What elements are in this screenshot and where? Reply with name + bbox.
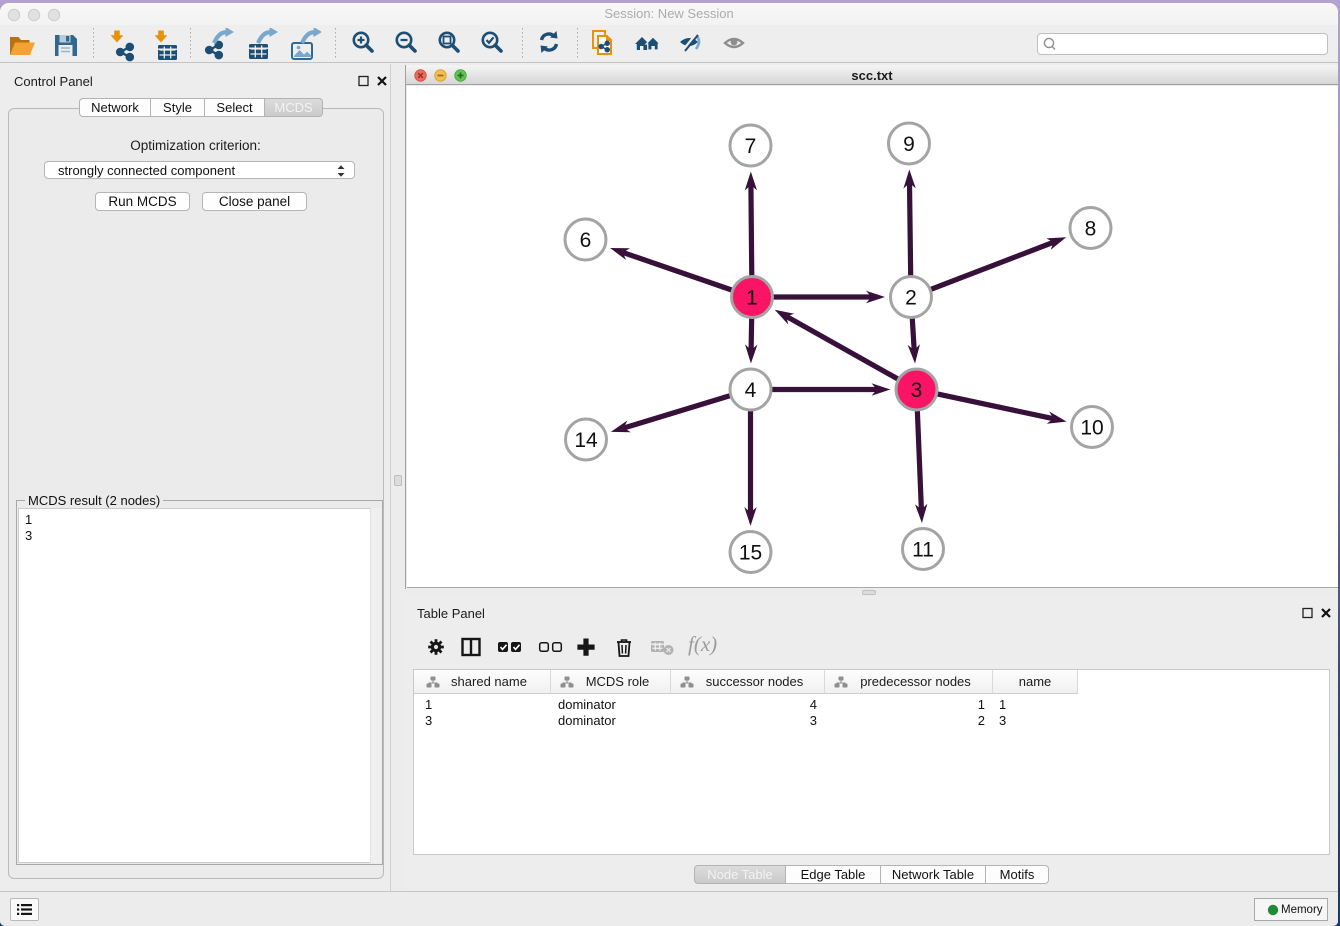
svg-text:1: 1 (746, 286, 758, 309)
svg-text:3: 3 (911, 379, 923, 402)
svg-text:14: 14 (574, 429, 598, 452)
svg-text:15: 15 (739, 541, 762, 564)
svg-text:9: 9 (903, 133, 915, 156)
svg-text:8: 8 (1085, 217, 1097, 240)
svg-text:11: 11 (912, 538, 934, 561)
svg-text:2: 2 (905, 286, 917, 309)
svg-text:7: 7 (745, 135, 757, 158)
svg-text:6: 6 (580, 229, 592, 252)
svg-text:4: 4 (745, 379, 757, 402)
svg-text:10: 10 (1080, 416, 1103, 439)
